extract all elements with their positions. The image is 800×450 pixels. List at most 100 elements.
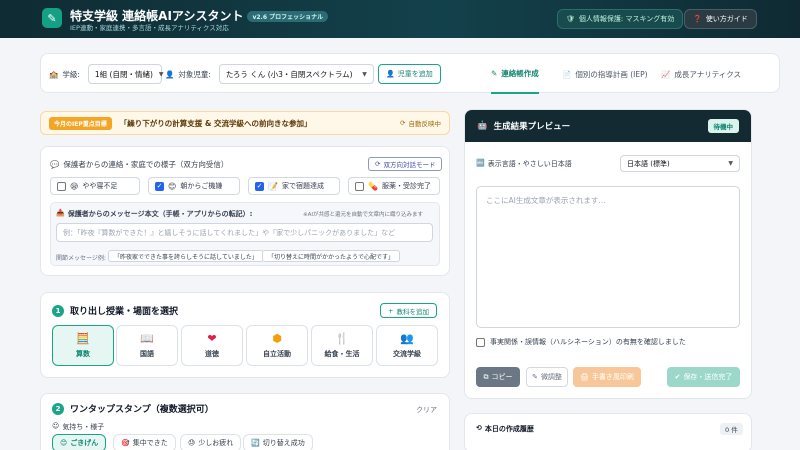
- student-selector-group: 👤 対象児童: たろう くん (小3・自閉スペクトラム) ▼: [165, 54, 374, 94]
- subject-exchange[interactable]: 👥 交流学級: [376, 325, 438, 366]
- generated-text-area[interactable]: ここにAI生成文章が表示されます...: [476, 186, 740, 328]
- chevron-down-icon: ▼: [362, 70, 367, 78]
- add-subject-button[interactable]: + 教科を追加: [380, 303, 437, 318]
- toolbar: 🏫 学級: 1組 (自閉・情緒) ▼ 👤 対象児童: たろう くん (小3・自閉ス…: [40, 53, 780, 94]
- status-badge: 待機中: [707, 119, 739, 133]
- tab-iep[interactable]: 📄 個別の指導計画 (IEP): [562, 54, 648, 94]
- app-title-text: 特支学級 連絡帳AIアシスタント: [70, 9, 244, 23]
- example-chip[interactable]: 「切り替えに時間がかかったようで心配です」: [262, 250, 401, 262]
- privacy-text: 個人情報保護: マスキング有効: [578, 15, 675, 23]
- stamp-group-label: ☺ 気持ち・様子: [52, 422, 104, 432]
- examples-label: 関節メッセージ例:: [56, 255, 106, 262]
- utensils-icon: 🍴: [335, 331, 349, 345]
- subject-japanese[interactable]: 📖 国語: [116, 325, 178, 366]
- step-number: 1: [52, 304, 64, 317]
- check-good-mood[interactable]: ✓ 😊 朝からご機嫌: [148, 177, 240, 195]
- subject-label: 給食・生活: [324, 349, 360, 358]
- stamp-title: 2 ワンタップスタンプ（複数選択可）: [52, 402, 214, 415]
- family-title-text: 保護者からの連絡・家庭での様子（双方向受信）: [63, 160, 229, 169]
- check-medication[interactable]: 💊 服薬・受診完了: [348, 177, 440, 195]
- language-select-value: 日本語 (標準): [627, 159, 670, 168]
- class-select[interactable]: 1組 (自閉・情緒) ▼: [87, 64, 164, 84]
- shapes-icon: ⬢: [272, 331, 282, 345]
- check-label: 服薬・受診完了: [381, 182, 431, 190]
- people-icon: 👥: [400, 331, 414, 345]
- print-label: 手書き風印刷: [591, 373, 634, 381]
- printer-icon: 🖨: [580, 373, 589, 381]
- calculator-icon: 🧮: [76, 331, 90, 345]
- privacy-badge[interactable]: 🛡 個人情報保護: マスキング有効: [557, 9, 684, 29]
- dialogue-mode-button[interactable]: ⟳ 双方向対話モード: [368, 157, 443, 171]
- tab-analytics-label: 成長アナリティクス: [674, 69, 742, 79]
- app-subtitle: IEP連動・家庭連携・多言語・成長アナリティクス対応: [70, 24, 229, 32]
- stamp-good-mood[interactable]: 😊 ごきげん: [52, 434, 107, 450]
- add-student-group: 👤 児童を追加: [378, 54, 441, 94]
- student-select-value: たろう くん (小3・自閉スペクトラム): [225, 69, 353, 79]
- confirm-check[interactable]: 事実関係・誤情報（ハルシネーション）の有無を確認しました: [476, 337, 686, 347]
- check-sleepy[interactable]: 😪 やや寝不足: [50, 177, 140, 195]
- subject-moral[interactable]: ❤ 道徳: [181, 325, 243, 366]
- check-homework[interactable]: ✓ 📝 家で宿題達成: [248, 177, 340, 195]
- checkbox[interactable]: ✓: [255, 181, 264, 191]
- shield-icon: 🛡: [566, 15, 575, 23]
- clear-button[interactable]: クリア: [416, 405, 437, 415]
- print-button[interactable]: 🖨 手書き風印刷: [573, 367, 641, 387]
- subject-label: 道徳: [205, 349, 219, 358]
- app-header: ✎ 特支学級 連絡帳AIアシスタント v2.6 プロフェッショナル IEP連動・家…: [0, 0, 800, 38]
- sleepy-icon: 😪: [70, 181, 79, 191]
- save-send-button[interactable]: ✔ 保存・送信完了: [667, 367, 740, 387]
- chart-icon: 📈: [661, 69, 671, 79]
- checkbox[interactable]: ✓: [155, 181, 164, 191]
- stamp-switch[interactable]: 🔄 切り替え成功: [243, 434, 313, 450]
- add-student-button[interactable]: 👤 児童を追加: [378, 64, 441, 84]
- stamp-group-text: 気持ち・様子: [62, 423, 105, 431]
- example-chip[interactable]: 「昨夜家でできた事を誇らしそうに話していました」: [108, 250, 264, 262]
- target-icon: 🎯: [121, 439, 130, 447]
- language-select[interactable]: 日本語 (標準) ▼: [620, 155, 740, 172]
- tab-notebook[interactable]: ✎ 連絡帳作成: [491, 54, 539, 94]
- chevron-down-icon: ▼: [728, 160, 733, 167]
- question-icon: ❓: [693, 15, 702, 23]
- student-select[interactable]: たろう くん (小3・自閉スペクトラム) ▼: [218, 64, 374, 84]
- iep-status-text: 自動反映中: [408, 120, 442, 128]
- subject-title: 1 取り出し授業・場面を選択: [52, 304, 178, 317]
- tab-analytics[interactable]: 📈 成長アナリティクス: [661, 54, 741, 94]
- check-label: 家で宿題達成: [281, 182, 324, 190]
- dialogue-mode-label: 双方向対話モード: [383, 161, 436, 169]
- history-title: ⟲ 本日の作成履歴: [476, 424, 534, 434]
- subject-independence[interactable]: ⬢ 自立活動: [246, 325, 308, 366]
- stamp-tired[interactable]: 😓 少しお疲れ: [180, 434, 242, 450]
- copy-button[interactable]: ⧉ コピー: [476, 367, 520, 387]
- checkbox[interactable]: [476, 337, 485, 347]
- confirm-label: 事実関係・誤情報（ハルシネーション）の有無を確認しました: [490, 338, 686, 346]
- subject-label: 国語: [140, 349, 154, 358]
- check-icon: ✔: [674, 373, 681, 381]
- stamp-focused[interactable]: 🎯 集中できた: [113, 434, 176, 450]
- memo-icon: 📝: [268, 181, 278, 191]
- message-label: 📥 保護者からのメッセージ本文（手帳・アプリからの転記）:: [56, 209, 252, 219]
- version-badge: v2.6 プロフェッショナル: [247, 11, 329, 22]
- stamp-label: ごきげん: [70, 439, 99, 447]
- heart-icon: ❤: [207, 331, 217, 345]
- save-send-label: 保存・送信完了: [683, 373, 733, 381]
- check-label: やや寝不足: [82, 182, 118, 190]
- tired-icon: 😓: [188, 439, 196, 447]
- subject-label: 算数: [76, 349, 90, 358]
- checkbox[interactable]: [355, 181, 364, 191]
- student-label: 対象児童:: [178, 69, 211, 79]
- subject-title-text: 取り出し授業・場面を選択: [70, 307, 179, 317]
- subject-math[interactable]: 🧮 算数: [52, 325, 114, 366]
- checkbox[interactable]: [57, 181, 66, 191]
- stamp-label: 切り替え成功: [262, 439, 305, 447]
- adjust-button[interactable]: ✎ 微調整: [526, 367, 568, 387]
- message-input[interactable]: 例：「昨夜『算数ができた！』と嬉しそうに話してくれました」や「家で少しパニックが…: [56, 223, 433, 242]
- stamp-label: 少しお疲れ: [198, 439, 234, 447]
- subject-label: 交流学級: [393, 349, 421, 358]
- history-count: 0 件: [720, 423, 743, 435]
- iep-status: ⟳ 自動反映中: [400, 118, 441, 128]
- guide-button[interactable]: ❓ 使い方ガイド: [684, 9, 757, 29]
- tab-iep-label: 個別の指導計画 (IEP): [575, 69, 648, 79]
- smile-icon: ☺: [52, 422, 60, 430]
- subject-lunch[interactable]: 🍴 給食・生活: [311, 325, 373, 366]
- sync-icon: ⟳: [375, 160, 381, 168]
